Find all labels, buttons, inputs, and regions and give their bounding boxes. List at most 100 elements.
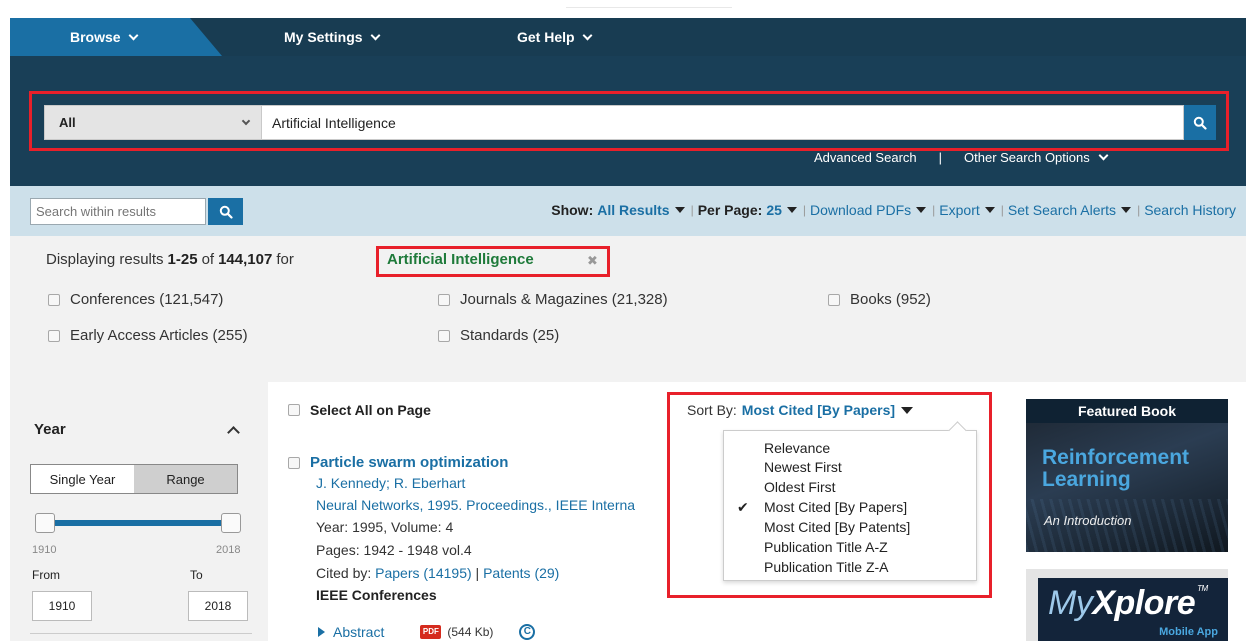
slider-min-label: 1910 (32, 544, 57, 556)
result-publication[interactable]: Neural Networks, 1995. Proceedings., IEE… (316, 497, 635, 513)
result-authors[interactable]: J. Kennedy; R. Eberhart (316, 475, 465, 491)
select-all-label: Select All on Page (310, 402, 431, 418)
toolbar-actions: Show: All Results | Per Page: 25 | Downl… (551, 202, 1236, 218)
search-within-button[interactable] (208, 198, 243, 225)
select-all-on-page[interactable]: Select All on Page (288, 402, 431, 418)
play-icon[interactable] (318, 627, 325, 637)
caret-down-icon[interactable] (984, 207, 995, 213)
cited-by-label: Cited by: (316, 565, 372, 581)
facet-journals[interactable]: Journals & Magazines (21,328) (438, 291, 668, 308)
set-search-alerts-dropdown[interactable]: Set Search Alerts (1008, 202, 1116, 218)
facet-standards[interactable]: Standards (25) (438, 327, 559, 344)
featured-title-line: Learning (1042, 468, 1131, 491)
result-year-volume: Year: 1995, Volume: 4 (316, 519, 454, 535)
export-dropdown[interactable]: Export (939, 202, 979, 218)
facet-checkbox[interactable] (48, 329, 60, 342)
nav-my-settings[interactable]: My Settings (284, 29, 381, 45)
facet-checkbox[interactable] (438, 329, 450, 342)
caret-down-icon[interactable] (901, 406, 914, 414)
show-dropdown[interactable]: All Results (597, 202, 669, 218)
search-button[interactable] (1184, 105, 1216, 140)
facet-label: Conferences (121,547) (70, 291, 224, 308)
trademark: TM (1197, 584, 1208, 593)
sort-option-oldest[interactable]: Oldest First (764, 479, 836, 495)
caret-down-icon[interactable] (786, 207, 797, 213)
toolbar-divider: | (1000, 203, 1004, 217)
nav-browse-label: Browse (70, 29, 121, 45)
pdf-icon[interactable]: PDF (420, 625, 442, 639)
summary-range: 1-25 (167, 251, 198, 268)
cited-papers-link[interactable]: Papers (14195) (375, 565, 472, 581)
summary-prefix: Displaying results (46, 251, 164, 268)
page: Browse My Settings Get Help All Advanced… (0, 0, 1246, 641)
to-year-input[interactable]: 2018 (188, 591, 248, 621)
result-source: IEEE Conferences (316, 587, 437, 603)
from-label: From (32, 568, 60, 582)
facet-label: Journals & Magazines (21,328) (460, 291, 668, 308)
sort-by-control[interactable]: Sort By: Most Cited [By Papers] (687, 402, 914, 418)
results-summary: Displaying results 1-25 of 144,107 for (46, 251, 298, 268)
search-within (30, 198, 246, 225)
sort-option-most-cited-patents[interactable]: Most Cited [By Patents] (764, 519, 910, 535)
single-year-option[interactable]: Single Year (31, 465, 134, 493)
sort-by-value[interactable]: Most Cited [By Papers] (742, 402, 895, 418)
advanced-search-link[interactable]: Advanced Search (814, 150, 917, 165)
facet-checkbox[interactable] (48, 293, 60, 306)
abstract-toggle[interactable]: Abstract (333, 624, 384, 640)
per-page-dropdown[interactable]: 25 (766, 202, 782, 218)
featured-book-banner[interactable]: Featured Book Reinforcement Learning An … (1026, 399, 1228, 552)
sort-option-title-az[interactable]: Publication Title A-Z (764, 539, 888, 555)
range-option[interactable]: Range (134, 465, 237, 493)
slider-handle-max[interactable] (221, 513, 241, 533)
download-pdfs-dropdown[interactable]: Download PDFs (810, 202, 911, 218)
sort-option-title-za[interactable]: Publication Title Z-A (764, 559, 889, 575)
sort-option-relevance[interactable]: Relevance (764, 440, 830, 456)
myxplore-app-banner[interactable]: MyXplore TM Mobile App (1038, 578, 1228, 641)
year-mode-toggle: Single Year Range (30, 464, 238, 494)
toolbar-divider: | (802, 203, 807, 217)
per-page-label: Per Page: (697, 202, 763, 218)
logo-part: My (1048, 584, 1093, 622)
facet-books[interactable]: Books (952) (828, 291, 931, 308)
search-scope-select[interactable]: All (44, 105, 262, 140)
nav-settings-label: My Settings (284, 29, 363, 45)
year-slider-track[interactable] (42, 520, 232, 526)
copyright-icon[interactable]: C (519, 624, 536, 640)
divider (30, 633, 252, 634)
result-title-link[interactable]: Particle swarm optimization (310, 454, 508, 471)
facet-conferences[interactable]: Conferences (121,547) (48, 291, 223, 308)
result-checkbox[interactable] (288, 456, 300, 469)
nav-help-label: Get Help (517, 29, 575, 45)
sort-option-newest[interactable]: Newest First (764, 459, 842, 475)
search-bar: All (44, 105, 1216, 140)
checkmark-icon: ✔ (737, 499, 749, 515)
slider-handle-min[interactable] (35, 513, 55, 533)
facet-label: Standards (25) (460, 327, 560, 344)
select-all-checkbox[interactable] (288, 404, 300, 416)
nav-browse[interactable]: Browse (70, 29, 139, 45)
search-input[interactable] (262, 105, 1184, 140)
caret-down-icon[interactable] (674, 207, 685, 213)
search-within-input[interactable] (30, 198, 206, 225)
featured-title-line: Reinforcement (1042, 446, 1190, 469)
search-history-link[interactable]: Search History (1144, 202, 1236, 218)
remove-query-icon[interactable]: ✖ (587, 253, 598, 269)
chevron-down-icon (241, 116, 251, 126)
sort-option-most-cited-papers[interactable]: Most Cited [By Papers] (764, 499, 907, 515)
facet-label: Early Access Articles (255) (70, 327, 248, 344)
cited-patents-link[interactable]: Patents (29) (483, 565, 559, 581)
caret-down-icon[interactable] (1121, 207, 1132, 213)
other-search-options-link[interactable]: Other Search Options (964, 150, 1090, 165)
facet-checkbox[interactable] (438, 293, 450, 306)
myxplore-logo: MyXplore TM (1048, 584, 1208, 623)
top-strip (0, 0, 1246, 18)
facet-checkbox[interactable] (828, 293, 840, 306)
from-year-input[interactable]: 1910 (32, 591, 92, 621)
caret-down-icon[interactable] (916, 207, 927, 213)
year-filter-title: Year (34, 421, 66, 438)
nav-get-help[interactable]: Get Help (517, 29, 593, 45)
facet-early-access[interactable]: Early Access Articles (255) (48, 327, 248, 344)
toolbar-divider: | (1137, 203, 1141, 217)
chevron-down-icon[interactable] (1098, 150, 1109, 161)
toolbar-divider: | (932, 203, 936, 217)
